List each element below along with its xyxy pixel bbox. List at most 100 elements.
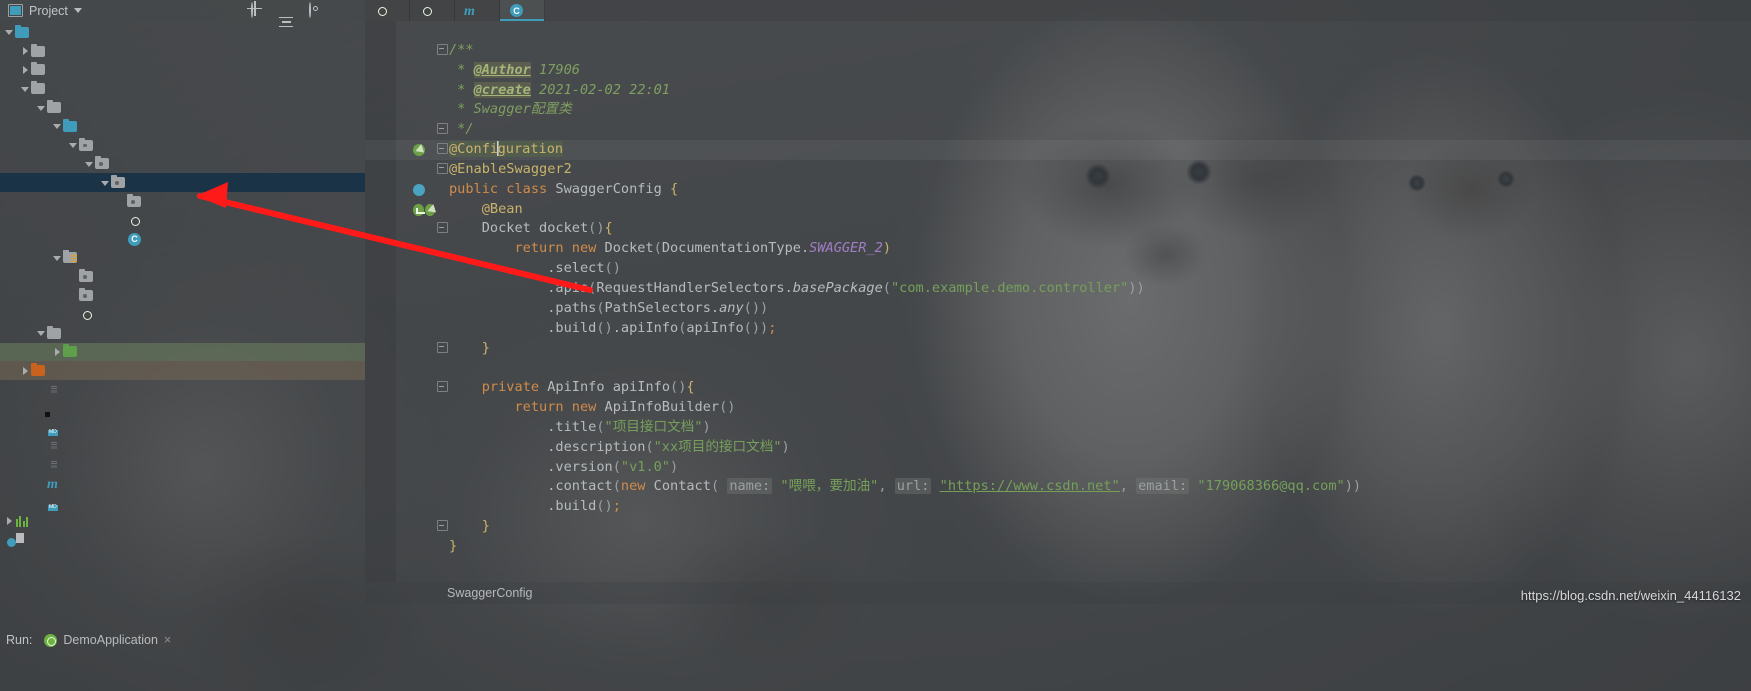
editor-tab-swaggerconfig-java[interactable]: C	[500, 0, 545, 21]
fold-marker[interactable]	[435, 378, 449, 398]
code-line[interactable]: /**	[365, 41, 1751, 61]
tree-item-demo[interactable]	[0, 173, 365, 193]
code-line[interactable]: .select()	[365, 259, 1751, 279]
fold-marker[interactable]	[435, 120, 449, 140]
chevron-down-icon[interactable]	[73, 8, 82, 13]
chevron-down-icon[interactable]	[52, 252, 63, 263]
tree-item-demo-iml[interactable]	[0, 399, 365, 418]
fold-marker[interactable]	[435, 339, 449, 359]
code-line[interactable]: @Bean	[365, 200, 1751, 220]
tree-item-application-properties[interactable]	[0, 305, 365, 324]
code-line[interactable]: * @Author 17906	[365, 61, 1751, 81]
code-line[interactable]: .paths(PathSelectors.any())	[365, 299, 1751, 319]
tree-item-controller[interactable]	[0, 192, 365, 211]
tree-item-demoapplication[interactable]	[0, 211, 365, 230]
code-line[interactable]: .apis(RequestHandlerSelectors.basePackag…	[365, 279, 1751, 299]
chevron-down-icon[interactable]	[20, 83, 31, 94]
editor-body[interactable]: /** * @Author 17906 * @create 2021-02-02…	[365, 21, 1751, 582]
fold-marker[interactable]	[435, 160, 449, 180]
code-line[interactable]	[365, 557, 1751, 577]
code-line[interactable]: * @create 2021-02-02 22:01	[365, 81, 1751, 101]
project-tree[interactable]: Cm	[0, 21, 365, 549]
tree-item-swaggerconfig[interactable]: C	[0, 230, 365, 249]
editor-tab-demoapplication-java[interactable]	[365, 0, 410, 21]
tree-item--idea[interactable]	[0, 42, 365, 61]
chevron-down-icon[interactable]	[36, 328, 47, 339]
code-line[interactable]: }	[365, 537, 1751, 557]
fold-marker[interactable]	[435, 517, 449, 537]
bean-gutter-icon[interactable]	[413, 143, 425, 156]
gear-icon[interactable]	[307, 1, 323, 19]
tree-item-readme-md[interactable]	[0, 493, 365, 512]
chevron-down-icon[interactable]	[100, 177, 111, 188]
chevron-right-icon[interactable]	[4, 516, 15, 527]
chevron-down-icon[interactable]	[52, 121, 63, 132]
code-line[interactable]: @EnableSwagger2	[365, 160, 1751, 180]
code-line[interactable]: .description("xx项目的接口文档")	[365, 438, 1751, 458]
code-line[interactable]: }	[365, 339, 1751, 359]
code-line[interactable]: .version("v1.0")	[365, 458, 1751, 478]
code-line[interactable]: return new ApiInfoBuilder()	[365, 398, 1751, 418]
close-icon[interactable]: ×	[164, 633, 171, 647]
code-line[interactable]: * Swagger配置类	[365, 100, 1751, 120]
editor-tab-bar[interactable]: mC	[365, 0, 1751, 21]
tree-item-mvnw-cmd[interactable]	[0, 455, 365, 474]
collapse-all-icon[interactable]	[278, 3, 294, 28]
code-line[interactable]	[365, 358, 1751, 378]
source-code[interactable]: /** * @Author 17906 * @create 2021-02-02…	[365, 21, 1751, 582]
tree-item-test[interactable]	[0, 324, 365, 343]
tree-item-static[interactable]	[0, 267, 365, 286]
editor-tab-demo[interactable]: m	[455, 0, 500, 21]
tree-item-mvnw[interactable]	[0, 437, 365, 456]
code-line[interactable]: return new Docket(DocumentationType.SWAG…	[365, 239, 1751, 259]
tree-item-demo[interactable]	[0, 23, 365, 42]
fold-marker[interactable]	[435, 41, 449, 61]
code-line[interactable]: */	[365, 120, 1751, 140]
code-line[interactable]: public class SwaggerConfig {	[365, 180, 1751, 200]
tree-item-external-libraries[interactable]	[0, 512, 365, 531]
tree-item-main[interactable]	[0, 98, 365, 117]
code-line[interactable]: .contact(new Contact( name: "喂喂，要加油", ur…	[365, 477, 1751, 497]
tree-item-resources[interactable]	[0, 249, 365, 268]
bean-gutter-icon[interactable]	[424, 203, 435, 216]
code-line[interactable]	[365, 21, 1751, 41]
chevron-down-icon[interactable]	[36, 102, 47, 113]
run-tab-demoapplication[interactable]: DemoApplication ×	[43, 633, 171, 647]
fold-marker[interactable]	[435, 219, 449, 239]
arrow-gutter-icon[interactable]	[413, 203, 424, 216]
code-line[interactable]: Docket docket(){	[365, 219, 1751, 239]
tree-item--mvn[interactable]	[0, 61, 365, 80]
chevron-right-icon[interactable]	[52, 346, 63, 357]
chevron-down-icon[interactable]	[4, 27, 15, 38]
class-gutter-icon[interactable]	[413, 183, 425, 196]
tree-item-java[interactable]	[0, 342, 365, 362]
fold-marker[interactable]	[435, 140, 449, 160]
code-line[interactable]: .build();	[365, 497, 1751, 517]
tree-item-templates[interactable]	[0, 286, 365, 305]
project-panel-title-group[interactable]: Project	[4, 4, 82, 18]
tree-item-help-md[interactable]	[0, 418, 365, 437]
tree-item-com[interactable]	[0, 136, 365, 155]
tree-item-src[interactable]	[0, 79, 365, 98]
watermark-url: https://blog.csdn.net/weixin_44116132	[1520, 588, 1741, 603]
chevron-right-icon[interactable]	[20, 64, 31, 75]
chevron-down-icon[interactable]	[84, 158, 95, 169]
run-tool-window-bar[interactable]: Run: DemoApplication ×	[0, 629, 171, 651]
tree-item-java[interactable]	[0, 117, 365, 136]
tree-item-example[interactable]	[0, 155, 365, 174]
chevron-right-icon[interactable]	[20, 46, 31, 57]
code-line[interactable]: private ApiInfo apiInfo(){	[365, 378, 1751, 398]
code-line[interactable]: }	[365, 517, 1751, 537]
tree-item-target[interactable]	[0, 361, 365, 381]
tree-item--gitignore[interactable]	[0, 380, 365, 399]
tree-item-pom-xml[interactable]: m	[0, 474, 365, 493]
code-line[interactable]: .title("项目接口文档")	[365, 418, 1751, 438]
code-line[interactable]: @Configuration	[365, 140, 1751, 160]
editor-tab-application-properties[interactable]	[410, 0, 455, 21]
crosshair-icon[interactable]	[249, 1, 265, 19]
chevron-right-icon[interactable]	[20, 365, 31, 376]
tree-item-scratches-and-consoles[interactable]	[0, 531, 365, 550]
code-line[interactable]: .build().apiInfo(apiInfo());	[365, 319, 1751, 339]
minimize-icon[interactable]	[336, 3, 352, 19]
chevron-down-icon[interactable]	[68, 140, 79, 151]
